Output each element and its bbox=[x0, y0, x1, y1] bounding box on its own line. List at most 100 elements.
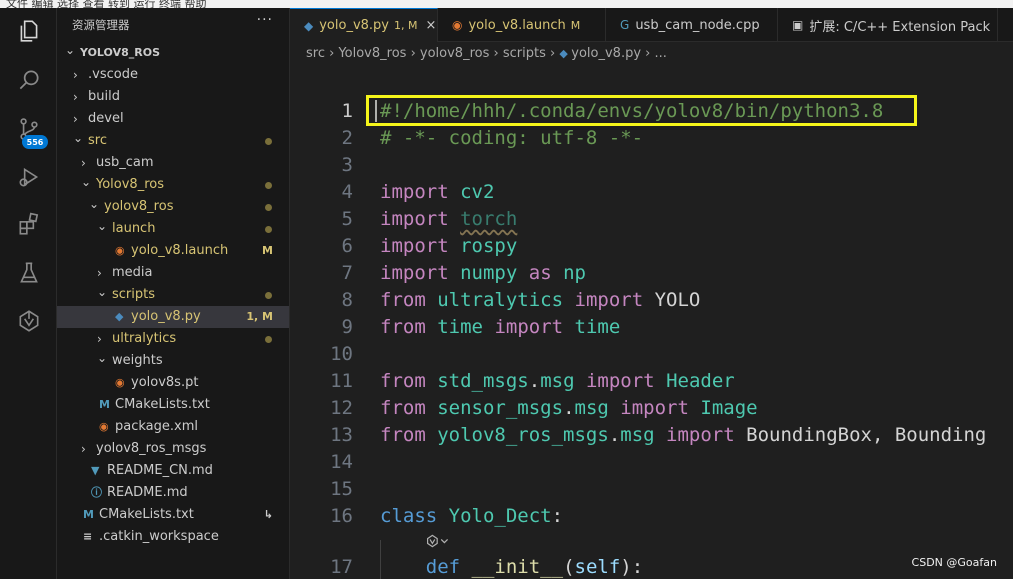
breadcrumb-item[interactable]: scripts bbox=[503, 46, 546, 61]
extension-tab-icon: ▣ bbox=[792, 18, 804, 32]
editor-tab[interactable]: ▣ 扩展: C/C++ Extension Pack bbox=[778, 8, 998, 42]
breadcrumb-item[interactable]: yolo_v8.py bbox=[571, 46, 641, 61]
code-token: . bbox=[528, 370, 541, 392]
search-icon[interactable] bbox=[14, 65, 44, 95]
tree-item[interactable]: ⌄ src bbox=[57, 130, 289, 152]
chevron-right-icon: › bbox=[73, 90, 78, 104]
chevron-down-icon: ⌄ bbox=[97, 351, 108, 365]
code-line[interactable]: 12 from sensor_msgs.msg import Image bbox=[290, 395, 1013, 422]
tree-item[interactable]: › yolov8_ros_msgs bbox=[57, 438, 289, 460]
code-line[interactable]: 13 from yolov8_ros_msgs.msg import Boundi… bbox=[290, 422, 1013, 449]
tree-item[interactable]: ⌄ YOLOV8_ROS bbox=[57, 42, 289, 64]
code-line[interactable]: 3 bbox=[290, 152, 1013, 179]
tree-item[interactable]: ≡ .catkin_workspace bbox=[57, 526, 289, 548]
code-line[interactable]: 15 bbox=[290, 476, 1013, 503]
line-number: 12 bbox=[330, 397, 353, 419]
editor-tab[interactable]: ◉ yolo_v8.launch M bbox=[438, 8, 606, 42]
tree-item[interactable]: › media bbox=[57, 262, 289, 284]
code-text: import cv2 bbox=[380, 179, 494, 206]
tree-item-label: yolov8_ros_msgs bbox=[96, 441, 207, 456]
code-line[interactable]: 16 class Yolo_Dect: bbox=[290, 503, 1013, 530]
tree-item[interactable]: M CMakeLists.txt bbox=[57, 394, 289, 416]
code-line[interactable]: 7 import numpy as np bbox=[290, 260, 1013, 287]
info-icon: ⓘ bbox=[91, 486, 102, 499]
code-text: import torch bbox=[380, 206, 517, 233]
tree-item[interactable]: ◉ package.xml bbox=[57, 416, 289, 438]
code-text: from sensor_msgs.msg import Image bbox=[380, 395, 758, 422]
code-line[interactable] bbox=[290, 530, 1013, 557]
tree-item[interactable]: › ultralytics bbox=[57, 328, 289, 350]
tree-item[interactable]: ◉ yolo_v8.launch M bbox=[57, 240, 289, 262]
code-line[interactable]: 5 import torch bbox=[290, 206, 1013, 233]
cmake-icon: M bbox=[83, 508, 94, 521]
tree-item[interactable]: ◆ yolo_v8.py 1, M bbox=[57, 306, 289, 328]
ros-icon[interactable] bbox=[14, 306, 44, 336]
run-debug-icon[interactable] bbox=[14, 162, 44, 192]
code-line[interactable]: 4 import cv2 bbox=[290, 179, 1013, 206]
chevron-right-icon: › bbox=[545, 46, 560, 61]
code-text: from yolov8_ros_msgs.msg import Bounding… bbox=[380, 422, 986, 449]
tree-item-label: media bbox=[112, 265, 153, 280]
breadcrumb-item[interactable]: Yolov8_ros bbox=[338, 46, 406, 61]
editor-tab[interactable]: ◆ yolo_v8.py 1, M × bbox=[290, 8, 438, 42]
breadcrumb-item[interactable]: src bbox=[306, 46, 325, 61]
close-icon[interactable]: × bbox=[425, 18, 436, 33]
tree-item[interactable]: M CMakeLists.txt ↳ bbox=[57, 504, 289, 526]
code-token: YOLO bbox=[654, 289, 701, 311]
tree-item[interactable]: › usb_cam bbox=[57, 152, 289, 174]
code-line[interactable]: 6 import rospy bbox=[290, 233, 1013, 260]
code-editor[interactable]: 1 #!/home/hhh/.conda/envs/yolov8/bin/pyth… bbox=[290, 68, 1013, 579]
code-line[interactable]: 14 bbox=[290, 449, 1013, 476]
tree-item-label: ultralytics bbox=[112, 331, 177, 346]
tab-label: usb_cam_node.cpp bbox=[635, 17, 760, 33]
tree-item[interactable]: ⌄ scripts bbox=[57, 284, 289, 306]
tree-item[interactable]: › devel bbox=[57, 108, 289, 130]
code-token: import bbox=[620, 397, 689, 419]
code-line[interactable]: 8 from ultralytics import YOLO bbox=[290, 287, 1013, 314]
breadcrumb-item[interactable]: ... bbox=[655, 46, 667, 61]
code-token: rospy bbox=[460, 235, 518, 257]
tree-item[interactable]: ◉ yolov8s.pt bbox=[57, 372, 289, 394]
code-token: Yolo_Dect bbox=[448, 505, 552, 527]
explorer-icon[interactable] bbox=[14, 16, 44, 46]
line-number: 15 bbox=[330, 478, 353, 500]
code-line[interactable]: 9 from time import time bbox=[290, 314, 1013, 341]
editor-tab[interactable]: Gusb_cam_node.cpp bbox=[606, 8, 778, 42]
tree-item[interactable]: ⓘ README.md bbox=[57, 482, 289, 504]
menu-bar[interactable]: 文件 编辑 选择 查看 转到 运行 终端 帮助 bbox=[0, 0, 1013, 8]
code-line[interactable]: 2 # -*- coding: utf-8 -*- bbox=[290, 125, 1013, 152]
codelens-ros-icon[interactable] bbox=[426, 533, 450, 553]
code-text: import numpy as np bbox=[380, 260, 586, 287]
code-line[interactable]: 11 from std_msgs.msg import Header bbox=[290, 368, 1013, 395]
tree-item[interactable]: › .vscode bbox=[57, 64, 289, 86]
code-token: msg bbox=[574, 397, 609, 419]
sidebar-more-button[interactable]: ··· bbox=[257, 12, 273, 28]
rss-icon: ◉ bbox=[115, 376, 125, 389]
code-token: # -*- coding: utf-8 -*- bbox=[380, 127, 644, 149]
testing-icon[interactable] bbox=[14, 258, 44, 288]
tree-item[interactable]: ⌄ weights bbox=[57, 350, 289, 372]
line-number: 10 bbox=[330, 343, 353, 365]
code-line[interactable]: 10 bbox=[290, 341, 1013, 368]
code-line[interactable]: 17 def __init__(self): bbox=[290, 554, 1013, 579]
markdown-icon: ▼ bbox=[91, 464, 100, 477]
tree-item[interactable]: › build bbox=[57, 86, 289, 108]
breadcrumb-item[interactable]: yolov8_ros bbox=[420, 46, 489, 61]
tree-item[interactable]: ⌄ yolov8_ros bbox=[57, 196, 289, 218]
tree-item[interactable]: ⌄ launch bbox=[57, 218, 289, 240]
tree-item-label: weights bbox=[112, 353, 163, 368]
tree-item-label: yolo_v8.launch bbox=[131, 243, 229, 258]
tree-item[interactable]: ▼ README_CN.md bbox=[57, 460, 289, 482]
extensions-icon[interactable] bbox=[14, 209, 44, 239]
code-token: import bbox=[380, 262, 449, 284]
